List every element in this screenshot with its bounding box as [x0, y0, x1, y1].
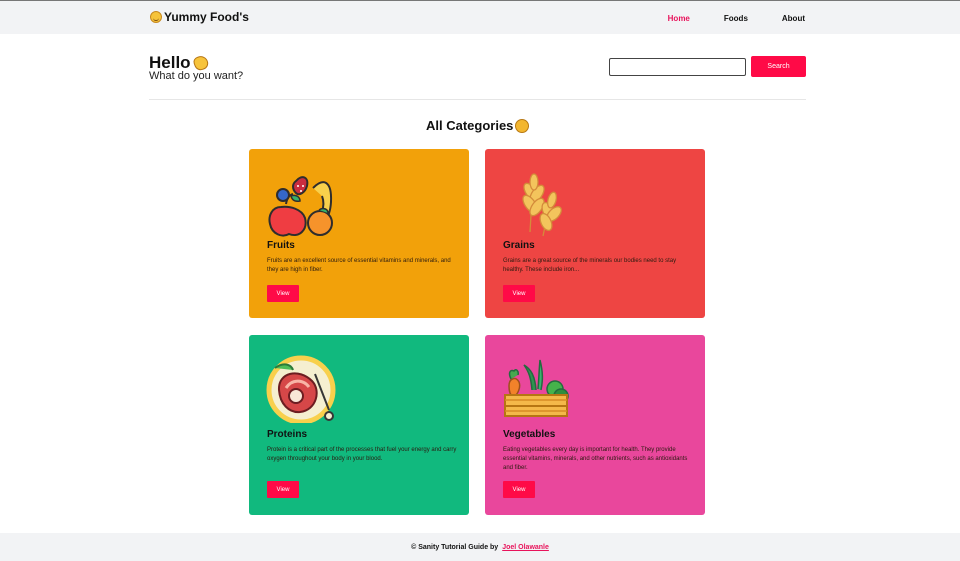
smiling-face-icon: [150, 11, 162, 23]
categories-heading: All Categories: [426, 118, 530, 133]
author-link[interactable]: Joel Olawanle: [502, 544, 549, 551]
nav-home-link[interactable]: Home: [668, 14, 690, 23]
view-vegetables-button[interactable]: View: [503, 481, 535, 498]
greeting-subtitle: What do you want?: [149, 70, 244, 82]
meat-illustration-icon: [266, 355, 336, 423]
categories-title: All Categories: [426, 118, 514, 133]
vegetable-crate-illustration-icon: [504, 359, 569, 417]
site-footer: © Sanity Tutorial Guide by Joel Olawanle: [0, 533, 960, 561]
main-navigation: Home Foods About: [668, 14, 805, 23]
category-description: Eating vegetables every day is important…: [503, 447, 688, 471]
category-title: Fruits: [267, 240, 295, 251]
wheat-illustration-icon: [522, 173, 562, 237]
nav-foods-link[interactable]: Foods: [724, 14, 748, 23]
category-description: Fruits are an excellent source of essent…: [267, 258, 451, 273]
category-card-fruits[interactable]: Fruits Fruits are an excellent source of…: [249, 149, 469, 318]
category-title: Vegetables: [503, 429, 556, 440]
view-fruits-button[interactable]: View: [267, 285, 299, 302]
category-card-proteins[interactable]: Proteins Protein is a critical part of t…: [249, 335, 469, 515]
divider: [149, 99, 806, 100]
category-description: Grains are a great source of the mineral…: [503, 258, 677, 273]
brand-name: Yummy Food's: [164, 10, 249, 24]
category-title: Grains: [503, 240, 535, 251]
brand-logo[interactable]: Yummy Food's: [150, 10, 249, 24]
category-title: Proteins: [267, 429, 308, 440]
food-bowl-icon: [515, 118, 530, 133]
view-proteins-button[interactable]: View: [267, 481, 299, 498]
category-description: Protein is a critical part of the proces…: [267, 447, 457, 462]
category-card-grains[interactable]: Grains Grains are a great source of the …: [485, 149, 705, 318]
footer-text: © Sanity Tutorial Guide by: [411, 543, 499, 551]
search-input[interactable]: [609, 58, 746, 76]
top-navigation-bar: Yummy Food's Home Foods About: [0, 0, 960, 34]
view-grains-button[interactable]: View: [503, 285, 535, 302]
nav-about-link[interactable]: About: [782, 14, 805, 23]
fruit-illustration-icon: [268, 176, 333, 237]
search-button[interactable]: Search: [751, 56, 806, 77]
category-card-vegetables[interactable]: Vegetables Eating vegetables every day i…: [485, 335, 705, 515]
